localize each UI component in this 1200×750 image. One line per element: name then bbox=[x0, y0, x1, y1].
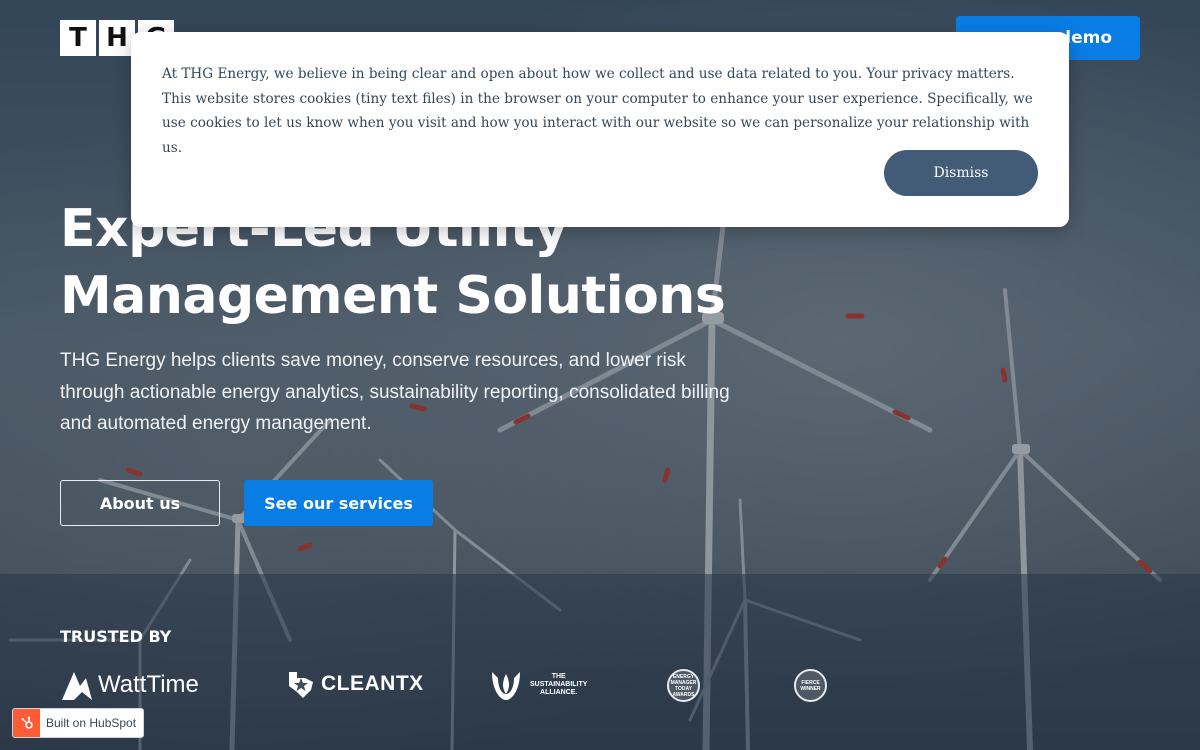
trusted-by-section bbox=[0, 574, 1200, 750]
hero-title-line-2: Management Solutions bbox=[60, 266, 726, 326]
sustainability-alliance-wordmark: THE SUSTAINABILITY ALLIANCE. bbox=[530, 673, 587, 697]
watttime-mark-icon bbox=[62, 672, 92, 700]
sustainability-line-2: SUSTAINABILITY bbox=[530, 681, 588, 688]
see-services-label: See our services bbox=[264, 493, 413, 513]
about-us-button[interactable]: About us bbox=[60, 480, 220, 526]
dismiss-label: Dismiss bbox=[933, 165, 989, 181]
partner-logos: WattTime CLEANTX THE SUSTAINABILITY ALLI… bbox=[0, 668, 1200, 704]
logo-letter-t: T bbox=[60, 20, 96, 56]
fierce-winner-badge: FIERCE WINNER bbox=[794, 669, 827, 702]
hubspot-sprocket-icon bbox=[13, 709, 40, 737]
energy-manager-award-badge: ENERGY MANAGER TODAY AWARDS bbox=[667, 669, 700, 702]
sustainability-alliance-logo: THE SUSTAINABILITY ALLIANCE. bbox=[488, 668, 587, 702]
hubspot-badge-label: Built on HubSpot bbox=[46, 716, 137, 730]
see-services-button[interactable]: See our services bbox=[244, 480, 433, 526]
cleantx-wordmark: CLEANTX bbox=[321, 672, 424, 695]
watttime-logo: WattTime bbox=[60, 668, 199, 702]
built-on-hubspot-badge[interactable]: Built on HubSpot bbox=[12, 708, 144, 738]
hero-description: THG Energy helps clients save money, con… bbox=[60, 350, 730, 434]
cookie-consent-dialog: At THG Energy, we believe in being clear… bbox=[131, 32, 1069, 227]
cookie-consent-text: At THG Energy, we believe in being clear… bbox=[162, 66, 1033, 156]
leaf-icon bbox=[492, 672, 520, 700]
texas-star-icon bbox=[289, 672, 313, 698]
sustainability-line-1: THE bbox=[551, 673, 566, 680]
watttime-wordmark: WattTime bbox=[98, 671, 199, 698]
about-us-label: About us bbox=[99, 493, 181, 513]
cleantx-logo: CLEANTX bbox=[285, 668, 424, 700]
sustainability-line-3: ALLIANCE. bbox=[540, 689, 578, 696]
trusted-by-heading: TRUSTED BY bbox=[60, 627, 172, 646]
dismiss-button[interactable]: Dismiss bbox=[884, 150, 1038, 196]
logo-letter-h: H bbox=[99, 20, 135, 56]
